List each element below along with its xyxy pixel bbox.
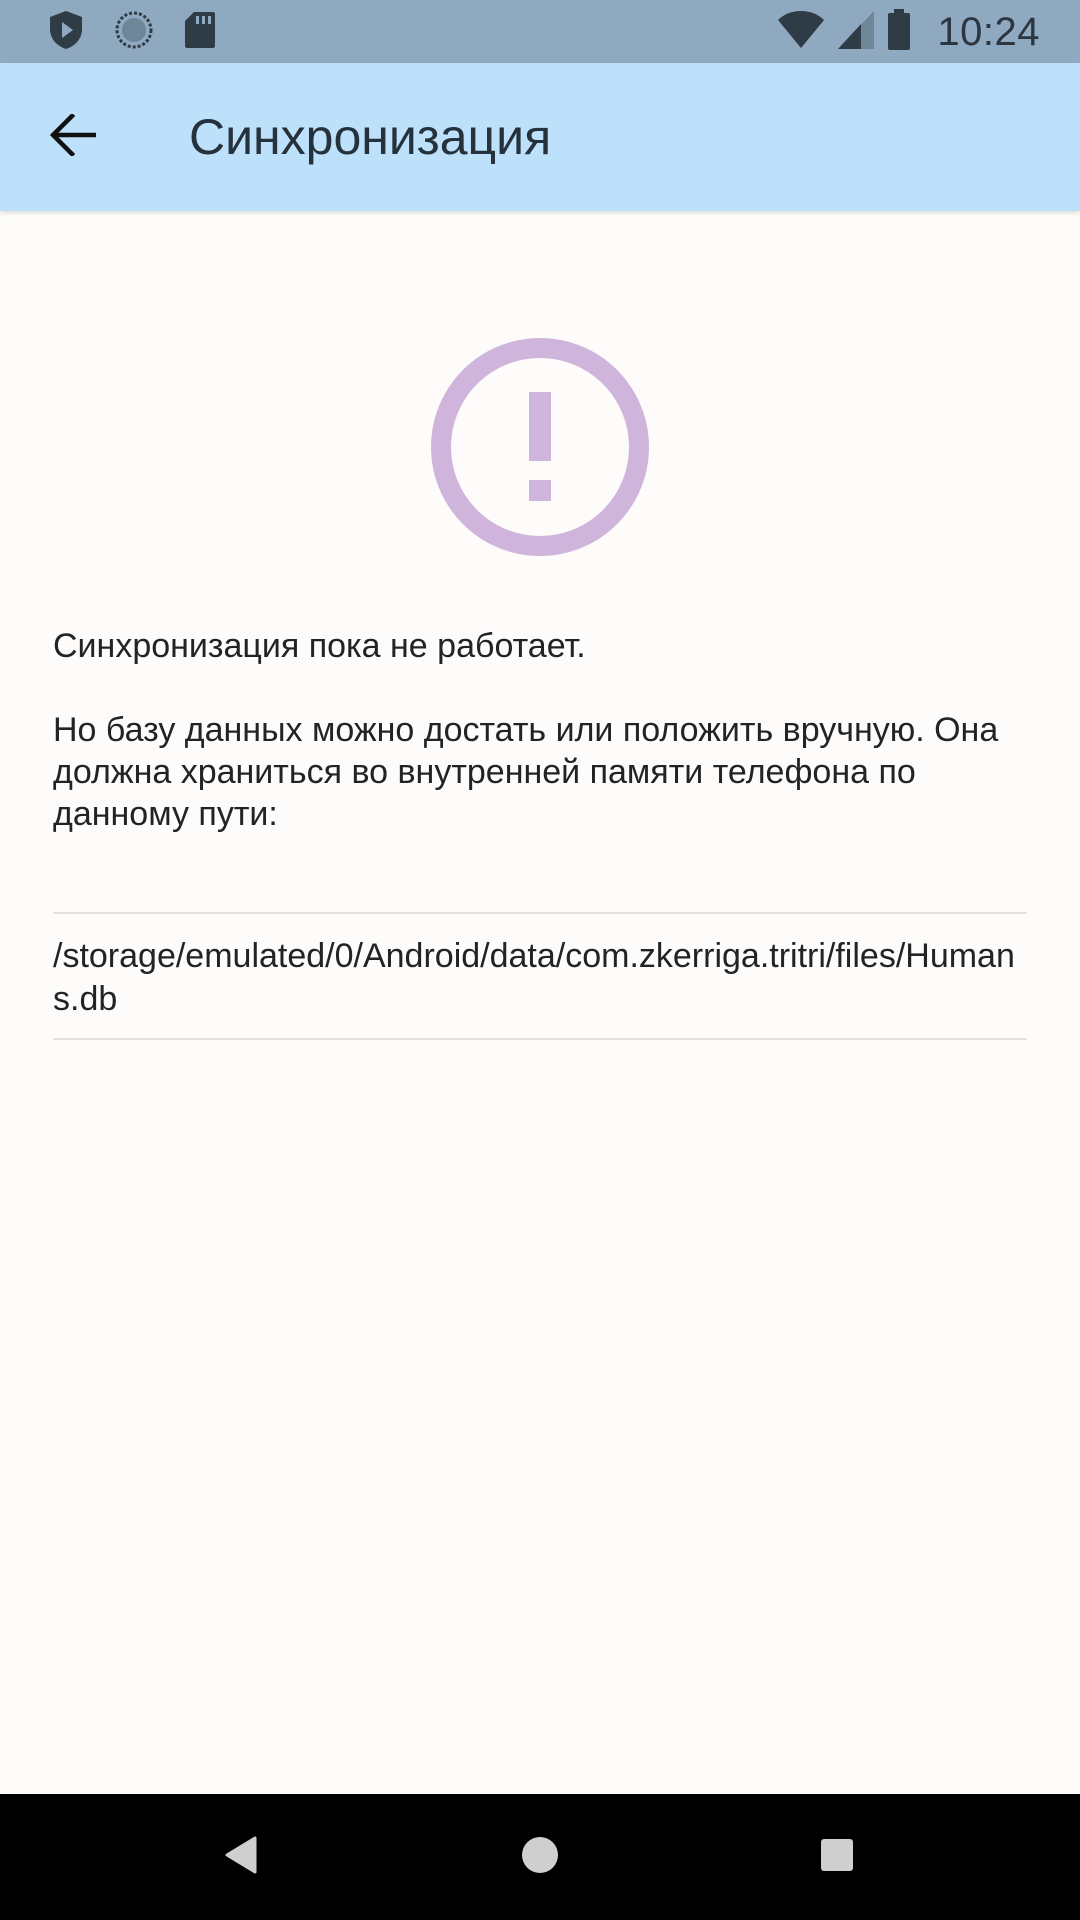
database-path[interactable]: /storage/emulated/0/Android/data/com.zke…: [53, 935, 1027, 1021]
navigation-bar: [0, 1794, 1080, 1920]
status-bar-system: 10:24: [777, 8, 1040, 56]
recents-square-icon: [819, 1837, 855, 1878]
app-bar: Синхронизация: [0, 63, 1080, 211]
arrow-back-icon: [49, 112, 97, 161]
back-triangle-icon: [223, 1835, 259, 1880]
sd-card-icon: [184, 11, 216, 54]
divider-bottom: [53, 1038, 1027, 1040]
battery-icon: [887, 8, 911, 56]
divider-top: [53, 912, 1027, 914]
nav-home-button[interactable]: [505, 1822, 575, 1892]
status-bar-notifications: [48, 10, 216, 54]
sync-message: Синхронизация пока не работает. Но базу …: [53, 625, 1033, 835]
play-protect-icon: [48, 10, 84, 55]
home-circle-icon: [520, 1835, 560, 1880]
exclamation-circle-icon: [430, 337, 650, 557]
nav-recents-button[interactable]: [802, 1822, 872, 1892]
sync-circle-icon: [114, 10, 154, 55]
status-bar: 10:24: [0, 0, 1080, 63]
page-title: Синхронизация: [189, 109, 552, 165]
status-clock: 10:24: [937, 9, 1040, 54]
wifi-icon: [777, 10, 825, 55]
cell-signal-icon: [837, 10, 875, 55]
message-status: Синхронизация пока не работает.: [53, 627, 586, 665]
back-button[interactable]: [30, 99, 116, 175]
nav-back-button[interactable]: [206, 1822, 276, 1892]
message-instructions: Но базу данных можно достать или положит…: [53, 711, 999, 833]
